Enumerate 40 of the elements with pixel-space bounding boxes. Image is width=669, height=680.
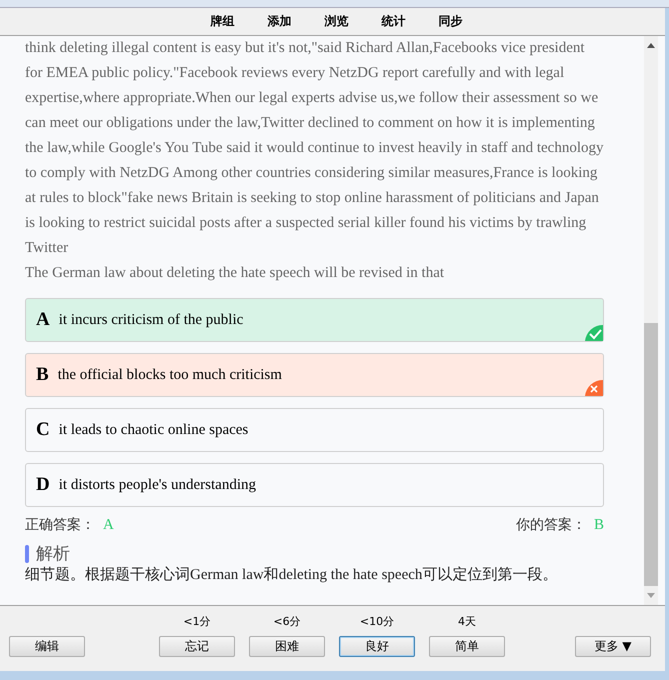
- option-letter: A: [36, 309, 50, 331]
- interval-label: 4天: [458, 614, 476, 629]
- analysis-text: 细节题。根据题干核心词German law和deleting the hate speech可以定位到第一段。: [25, 565, 558, 584]
- option-text: it distorts people's understanding: [58, 476, 256, 494]
- interval-label: <6分: [273, 614, 301, 629]
- scrollbar[interactable]: [644, 36, 658, 605]
- rating-button[interactable]: 良好: [339, 636, 415, 657]
- answer-option[interactable]: C it leads to chaotic online spaces: [25, 408, 604, 452]
- option-letter: D: [36, 474, 50, 496]
- option-letter: B: [36, 364, 49, 386]
- nav-tab[interactable]: 浏览: [324, 13, 348, 30]
- question-text: The German law about deleting the hate speech will be revised in that: [25, 264, 446, 283]
- your-answer-value: B: [594, 517, 604, 534]
- correct-answer-label: 正确答案：: [25, 516, 95, 534]
- scroll-down-icon[interactable]: [647, 593, 655, 598]
- answer-option[interactable]: A it incurs criticism of the public: [25, 298, 604, 342]
- rating-button[interactable]: 困难: [249, 636, 325, 657]
- analysis-title: 解析: [36, 543, 70, 565]
- your-answer-label: 你的答案：: [516, 516, 586, 534]
- scroll-up-icon[interactable]: [647, 43, 655, 48]
- option-text: it incurs criticism of the public: [58, 312, 244, 328]
- option-text: the official blocks too much criticism: [58, 366, 282, 384]
- rating-button[interactable]: 忘记: [159, 636, 235, 657]
- option-text: it leads to chaotic online spaces: [58, 422, 248, 438]
- rating-button[interactable]: 简单: [429, 636, 505, 657]
- interval-label: <10分: [360, 614, 394, 629]
- nav-tab[interactable]: 统计: [382, 13, 406, 30]
- interval-label: <1分: [183, 614, 211, 629]
- nav-tab[interactable]: 同步: [438, 13, 462, 30]
- edit-button[interactable]: 编辑: [9, 636, 85, 657]
- answer-option[interactable]: D it distorts people's understanding: [25, 463, 604, 507]
- passage-text: think deleting illegal content is easy but it's not,"said Richard Allan,Facebooks vice president for EMEA public policy."Facebook reviews every NetzDG report carefully and with legal expertise,where appropriate.When our legal experts advise us,we follow their assessment so we can meet our obligations under the law,Twitter declined to comment on how it is implementing the law,while Google's You Tube said it would continue to invest heavily in staff and technology to comply with NetzDG Among other countries considering similar measures,France is looking at rules to block"fake news Britain is seeking to stop online harassment of politicians and Japan is looking to restrict suicidal posts after a suspected serial killer found his victims by trawling Twitter: [25, 39, 604, 258]
- scroll-thumb[interactable]: [644, 323, 658, 586]
- answer-option[interactable]: B the official blocks too much criticism: [25, 353, 604, 397]
- correct-answer-value: A: [103, 517, 114, 534]
- accent-bar: [25, 544, 29, 562]
- nav-tab[interactable]: 添加: [268, 13, 292, 30]
- nav-tab[interactable]: 牌组: [210, 13, 234, 30]
- option-letter: C: [36, 419, 50, 441]
- more-button[interactable]: 更多 ▼: [575, 636, 651, 657]
